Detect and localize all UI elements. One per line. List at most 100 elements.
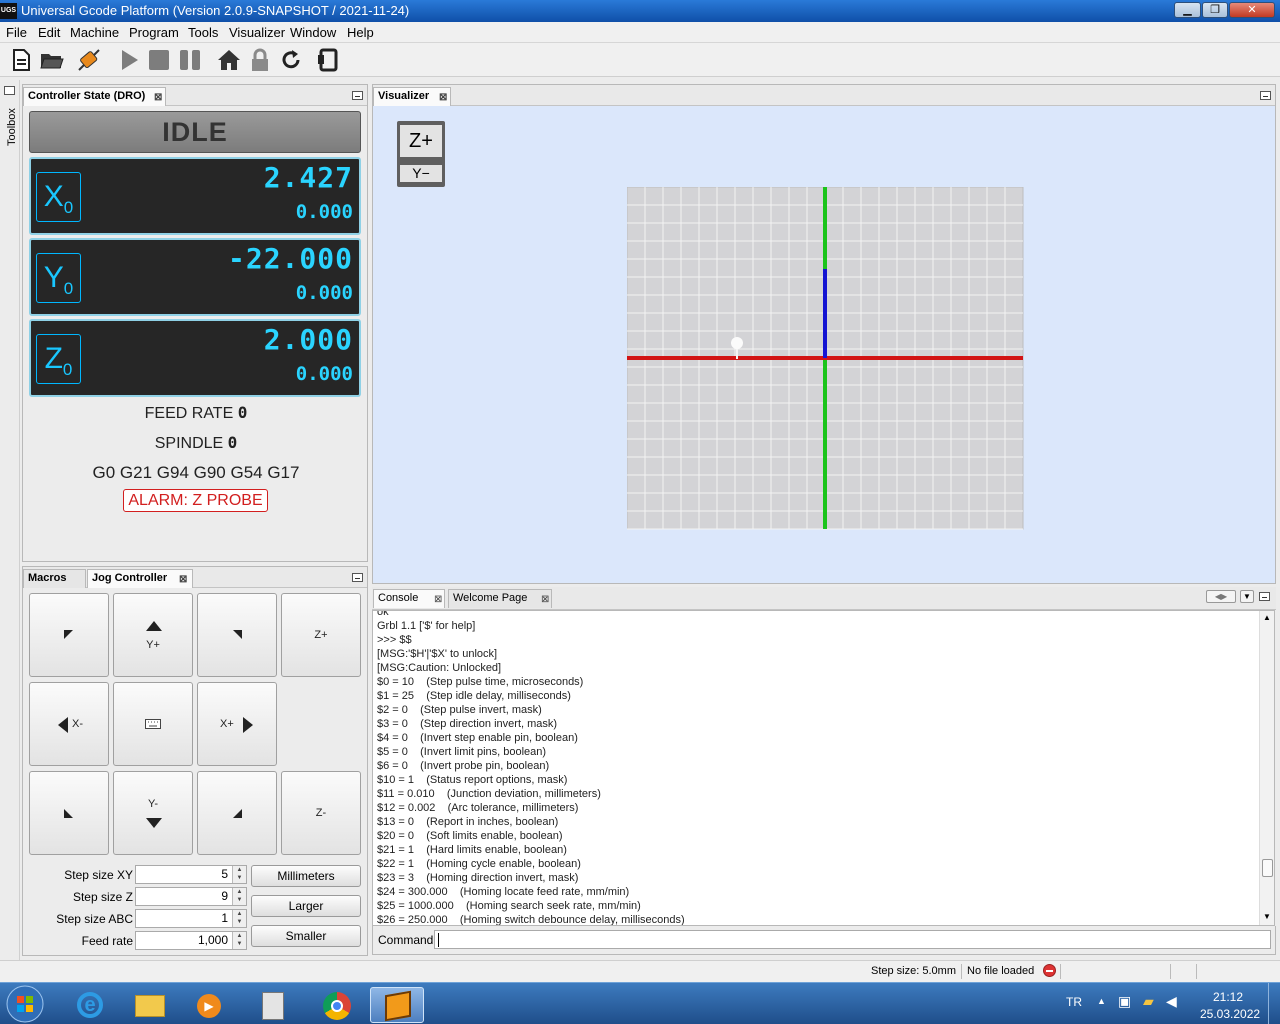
axis-x-button[interactable]: X0	[36, 172, 81, 222]
step-xy-input[interactable]: 5 ▲ ▼	[135, 865, 247, 884]
jog-xplus-yplus-button[interactable]	[197, 593, 277, 677]
arrow-up-right-icon	[233, 630, 242, 639]
tab-macros[interactable]: Macros	[23, 569, 86, 588]
minimize-icon[interactable]	[352, 573, 363, 582]
toolbox-tab[interactable]: Toolbox	[6, 106, 18, 146]
scroll-down-icon[interactable]: ▼	[1263, 912, 1271, 921]
pause-icon[interactable]	[177, 47, 203, 73]
arrow-up-icon	[146, 621, 162, 631]
x-work-value: 0.000	[295, 201, 353, 223]
axis-y-button[interactable]: Y0	[36, 253, 81, 303]
smaller-button[interactable]: Smaller	[251, 925, 361, 947]
larger-button[interactable]: Larger	[251, 895, 361, 917]
jog-xminus-yplus-button[interactable]	[29, 593, 109, 677]
tab-visualizer[interactable]: Visualizer ⊠	[373, 87, 451, 106]
minimize-icon[interactable]	[1259, 592, 1270, 601]
file-explorer-icon[interactable]	[123, 987, 177, 1023]
jog-xminus-yminus-button[interactable]	[29, 771, 109, 855]
units-button[interactable]: Millimeters	[251, 865, 361, 887]
close-icon[interactable]: ⊠	[439, 89, 447, 106]
clock-date[interactable]: 25.03.2022	[1200, 1007, 1260, 1021]
menu-help[interactable]: Help	[347, 25, 374, 40]
command-input[interactable]	[434, 930, 1271, 949]
minimize-icon[interactable]: ▁	[1174, 2, 1201, 18]
minimize-icon[interactable]	[352, 91, 363, 100]
network-icon[interactable]: ▣	[1118, 993, 1131, 1010]
menu-edit[interactable]: Edit	[38, 25, 60, 40]
console-line: $10 = 1 (Status report options, mask)	[377, 774, 568, 786]
step-size-status: Step size: 5.0mm	[871, 965, 956, 977]
language-indicator[interactable]: TR	[1066, 995, 1082, 1009]
feed-rate-spinner[interactable]: ▲ ▼	[232, 932, 246, 949]
show-desktop-button[interactable]	[1268, 983, 1280, 1024]
console-line: $2 = 0 (Step pulse invert, mask)	[377, 704, 542, 716]
close-icon[interactable]: ⊠	[154, 89, 162, 106]
menu-file[interactable]: File	[6, 25, 27, 40]
close-icon[interactable]: ✕	[1229, 2, 1275, 18]
new-file-icon[interactable]	[8, 47, 34, 73]
tab-jog-controller[interactable]: Jog Controller ⊠	[87, 569, 193, 588]
menu-window[interactable]: Window	[290, 25, 336, 40]
view-cube-top[interactable]: Z+	[400, 125, 442, 157]
menu-visualizer[interactable]: Visualizer	[229, 25, 285, 40]
step-xy-label: Step size XY	[64, 868, 133, 882]
volume-icon[interactable]: ◀	[1166, 993, 1177, 1010]
connect-icon[interactable]	[76, 47, 102, 73]
tab-scroll-buttons[interactable]: ◀▶	[1206, 590, 1236, 603]
soft-reset-icon[interactable]	[315, 47, 341, 73]
console-output[interactable]: ok Grbl 1.1 ['$' for help] >>> $$ [MSG:'$H'…	[372, 610, 1275, 926]
step-xy-spinner[interactable]: ▲ ▼	[232, 866, 246, 883]
step-z-input[interactable]: 9 ▲ ▼	[135, 887, 247, 906]
calculator-icon[interactable]	[246, 987, 300, 1023]
home-icon[interactable]	[216, 47, 242, 73]
lock-icon[interactable]	[247, 47, 273, 73]
status-divider	[961, 964, 962, 979]
step-z-spinner[interactable]: ▲ ▼	[232, 888, 246, 905]
keyboard-jog-button[interactable]	[113, 682, 193, 766]
tab-list-dropdown-icon[interactable]: ▼	[1240, 590, 1254, 603]
visualizer-canvas[interactable]	[627, 187, 1024, 530]
console-scrollbar[interactable]: ▲ ▼	[1259, 611, 1274, 925]
jog-zplus-button[interactable]: Z+	[281, 593, 361, 677]
tab-welcome-page[interactable]: Welcome Page ⊠	[448, 589, 552, 608]
sidebar-restore-icon[interactable]	[4, 86, 15, 95]
jog-xplus-yminus-button[interactable]	[197, 771, 277, 855]
menu-program[interactable]: Program	[129, 25, 179, 40]
jog-xminus-button[interactable]: X-	[29, 682, 109, 766]
start-orb-icon[interactable]	[4, 984, 46, 1024]
close-icon[interactable]: ⊠	[179, 571, 187, 588]
ugs-icon[interactable]	[370, 987, 424, 1023]
jog-xplus-button[interactable]: X+	[197, 682, 277, 766]
power-icon[interactable]: ▰	[1143, 993, 1154, 1010]
step-abc-spinner[interactable]: ▲ ▼	[232, 910, 246, 927]
show-hidden-icons[interactable]: ▲	[1097, 996, 1106, 1006]
media-player-icon[interactable]: ▶	[182, 987, 236, 1023]
chrome-icon[interactable]	[310, 987, 364, 1023]
jog-yplus-button[interactable]: Y+	[113, 593, 193, 677]
scroll-thumb[interactable]	[1262, 859, 1273, 877]
step-abc-input[interactable]: 1 ▲ ▼	[135, 909, 247, 928]
visualizer-tab-header: Visualizer ⊠	[373, 85, 1275, 106]
restore-icon[interactable]: ❐	[1202, 2, 1228, 18]
reset-icon[interactable]	[278, 47, 304, 73]
jog-yminus-button[interactable]: Y-	[113, 771, 193, 855]
menu-tools[interactable]: Tools	[188, 25, 218, 40]
axis-z-button[interactable]: Z0	[36, 334, 81, 384]
tab-dro[interactable]: Controller State (DRO) ⊠	[23, 87, 166, 106]
clock-time[interactable]: 21:12	[1213, 990, 1243, 1004]
play-icon[interactable]	[116, 47, 142, 73]
close-icon[interactable]: ⊠	[541, 591, 549, 608]
jog-zminus-button[interactable]: Z-	[281, 771, 361, 855]
minimize-icon[interactable]	[1260, 91, 1271, 100]
view-cube-front[interactable]: Y−	[400, 165, 442, 182]
internet-explorer-icon[interactable]: e	[64, 987, 118, 1023]
scroll-up-icon[interactable]: ▲	[1263, 613, 1271, 622]
menu-machine[interactable]: Machine	[70, 25, 119, 40]
stop-icon[interactable]	[146, 47, 172, 73]
feed-rate-input[interactable]: 1,000 ▲ ▼	[135, 931, 247, 950]
close-icon[interactable]: ⊠	[434, 591, 442, 608]
dro-x: X0 2.427 0.000	[29, 157, 361, 235]
open-folder-icon[interactable]	[39, 47, 65, 73]
view-cube[interactable]: Z+ Y−	[397, 121, 445, 187]
tab-console[interactable]: Console ⊠	[373, 589, 445, 608]
